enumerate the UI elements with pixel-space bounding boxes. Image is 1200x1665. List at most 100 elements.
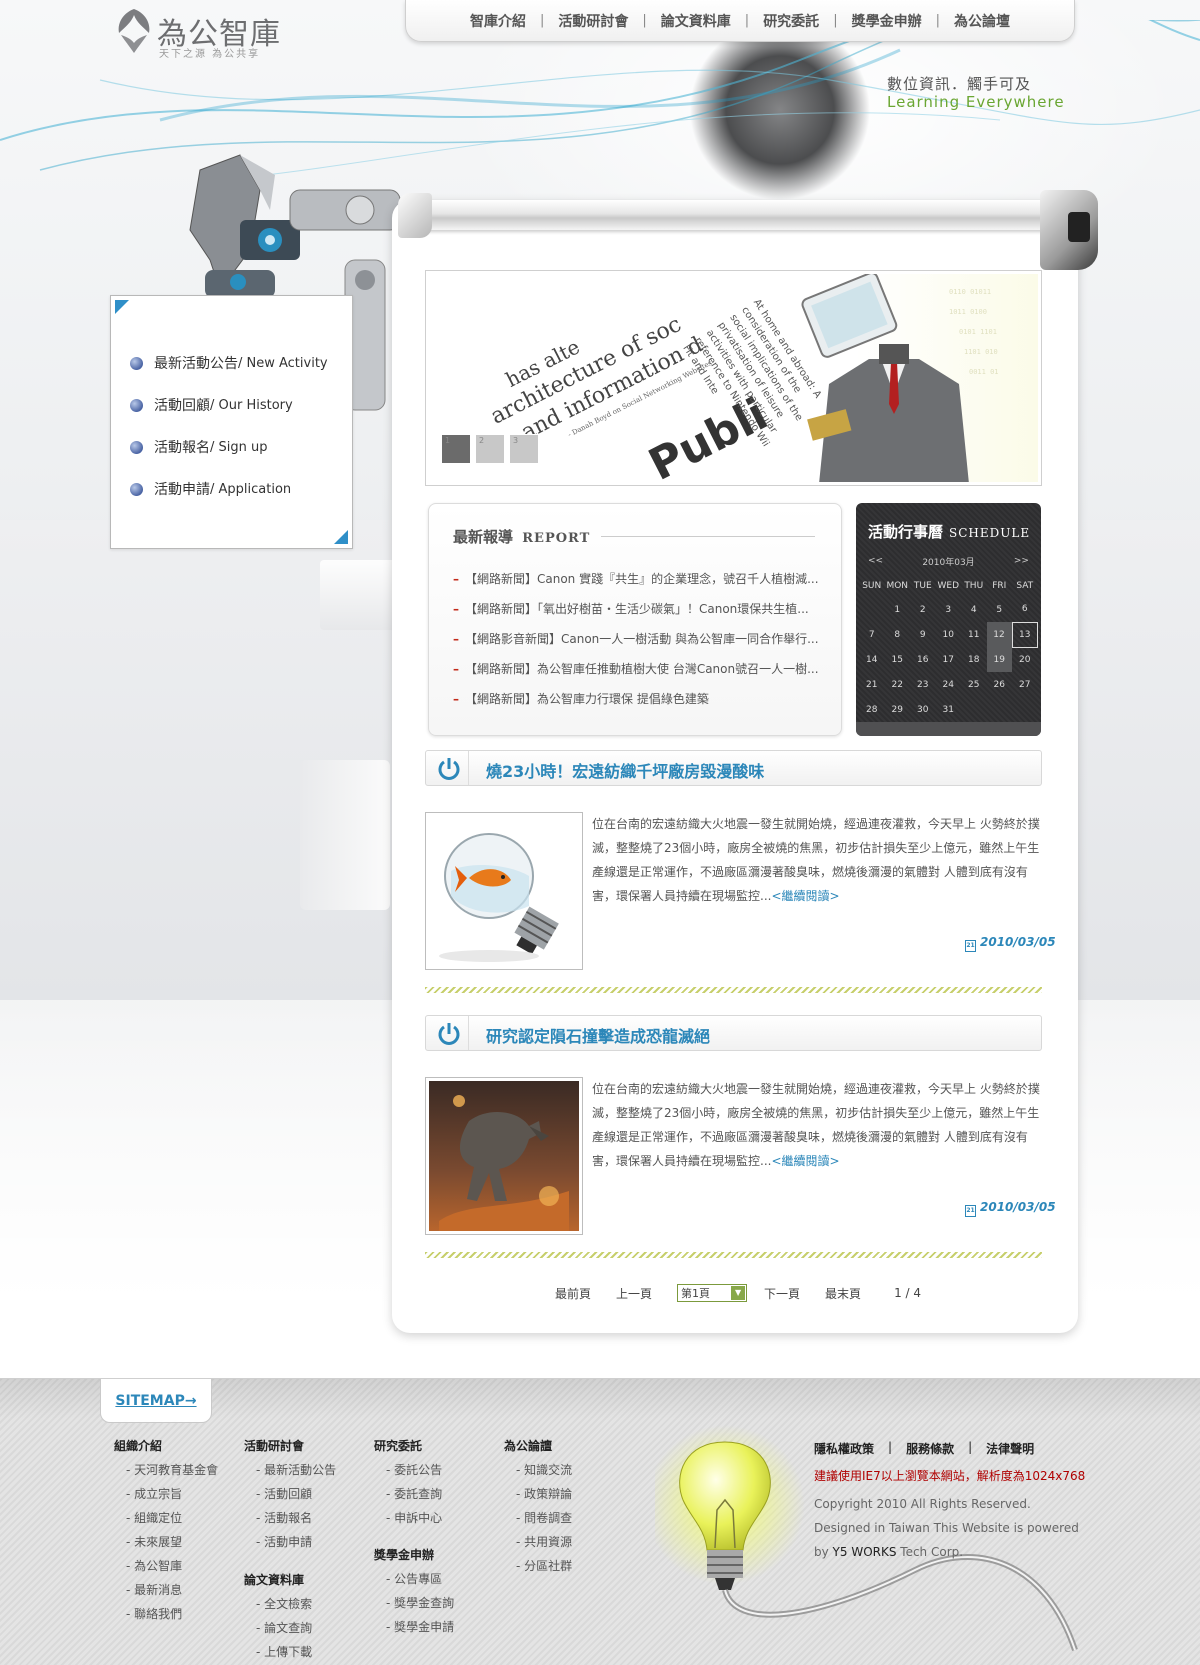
calendar-day[interactable]: 14 — [859, 647, 885, 672]
calendar-day[interactable]: 23 — [910, 672, 936, 697]
report-item[interactable]: – 【網路新聞】Canon 實踐『共生』的企業理念，號召千人植樹減... — [453, 570, 819, 600]
footer-link[interactable]: - 分區社群 — [504, 1557, 572, 1581]
calendar-day[interactable]: 19 — [986, 647, 1012, 672]
sitemap-tab[interactable]: SITEMAP→ — [100, 1379, 212, 1423]
nav-item-scholarship[interactable]: 獎學金申辦 — [838, 11, 936, 31]
report-item[interactable]: – 【網路新聞】「氧出好樹苗・生活少碳氣」！Canon環保共生植... — [453, 600, 819, 630]
footer-link[interactable]: - 獎學金申請 — [374, 1618, 454, 1642]
footer-link[interactable]: - 組織定位 — [114, 1509, 218, 1533]
nav-item-research[interactable]: 研究委託 — [749, 11, 833, 31]
footer-column-heading[interactable]: 活動研討會 — [244, 1437, 336, 1459]
footer-link[interactable]: - 公告專區 — [374, 1570, 454, 1594]
calendar-next-button[interactable]: >> — [1014, 556, 1029, 566]
side-menu-item-application[interactable]: 活動申請 / Application — [130, 468, 328, 510]
footer-column-heading[interactable]: 研究委託 — [374, 1437, 442, 1459]
report-item[interactable]: – 【網路影音新聞】Canon一人一樹活動 與為公智庫一同合作舉行... — [453, 630, 819, 660]
footer-link[interactable]: - 最新活動公告 — [244, 1461, 336, 1485]
calendar-day[interactable]: 28 — [859, 697, 885, 722]
footer-link[interactable]: - 為公智庫 — [114, 1557, 218, 1581]
banner-slide-2[interactable]: 2 — [475, 434, 505, 464]
calendar-day[interactable]: 20 — [1012, 647, 1038, 672]
page-select[interactable]: 第1頁 ▼ — [677, 1284, 748, 1302]
footer-link[interactable]: - 成立宗旨 — [114, 1485, 218, 1509]
footer-link[interactable]: - 問卷調查 — [504, 1509, 572, 1533]
banner-slide-3[interactable]: 3 — [509, 434, 539, 464]
calendar-day[interactable]: 12 — [986, 622, 1012, 647]
calendar-day[interactable]: 1 — [885, 597, 911, 622]
article-title[interactable]: 燒23小時！宏遠紡織千坪廠房毀漫酸味 — [486, 758, 764, 782]
legal-notice-link[interactable]: 法律聲明 — [986, 1440, 1034, 1457]
side-menu-item-new-activity[interactable]: 最新活動公告 / New Activity — [130, 342, 328, 384]
calendar-day[interactable]: 29 — [885, 697, 911, 722]
nav-item-about[interactable]: 智庫介紹 — [456, 11, 540, 31]
footer-link[interactable]: - 上傳下載 — [244, 1643, 312, 1665]
article-thumbnail[interactable] — [425, 812, 583, 970]
read-more-link[interactable]: <繼續閱讀> — [771, 889, 839, 903]
calendar-day[interactable]: 26 — [987, 672, 1013, 697]
calendar-day[interactable]: 31 — [936, 697, 962, 722]
developer-brand-link[interactable]: Y5 WORKS — [833, 1545, 897, 1559]
side-menu-item-history[interactable]: 活動回顧 / Our History — [130, 384, 328, 426]
footer-column-heading[interactable]: 獎學金申辦 — [374, 1546, 454, 1568]
calendar-day[interactable]: 18 — [961, 647, 987, 672]
footer-link[interactable]: - 天河教育基金會 — [114, 1461, 218, 1485]
calendar-day[interactable]: 22 — [885, 672, 911, 697]
next-page-link[interactable]: 下一頁 — [764, 1285, 800, 1302]
footer-link[interactable]: - 獎學金查詢 — [374, 1594, 454, 1618]
footer-link[interactable]: - 共用資源 — [504, 1533, 572, 1557]
footer-column-heading[interactable]: 為公論譠 — [504, 1437, 572, 1459]
hero-banner[interactable]: has alte architecture of soc and informa… — [425, 270, 1042, 486]
calendar-day[interactable]: 30 — [910, 697, 936, 722]
terms-of-service-link[interactable]: 服務條款 — [906, 1440, 954, 1457]
side-menu-item-signup[interactable]: 活動報名 / Sign up — [130, 426, 328, 468]
article-title[interactable]: 研究認定隕石撞擊造成恐龍滅絕 — [486, 1023, 710, 1047]
calendar-day[interactable]: 17 — [936, 647, 962, 672]
footer-link[interactable]: - 申訴中心 — [374, 1509, 442, 1533]
privacy-policy-link[interactable]: 隱私權政策 — [814, 1440, 874, 1457]
calendar-day[interactable]: 16 — [910, 647, 936, 672]
calendar-prev-button[interactable]: << — [868, 556, 883, 566]
calendar-day[interactable]: 7 — [859, 622, 885, 647]
footer-link[interactable]: - 委託公告 — [374, 1461, 442, 1485]
footer-column-heading[interactable]: 組織介紹 — [114, 1437, 218, 1459]
calendar-day[interactable]: 25 — [961, 672, 987, 697]
footer-link[interactable]: - 活動回顧 — [244, 1485, 336, 1509]
calendar-day[interactable]: 2 — [910, 597, 936, 622]
calendar-day[interactable]: 13 — [1011, 621, 1038, 648]
nav-item-papers[interactable]: 論文資料庫 — [647, 11, 745, 31]
calendar-day[interactable]: 10 — [936, 622, 962, 647]
footer-column-heading[interactable]: 論文資料庫 — [244, 1571, 312, 1593]
report-item[interactable]: – 【網路新聞】為公智庫任推動植樹大使 台灣Canon號召一人一樹... — [453, 660, 819, 690]
calendar-day[interactable]: 24 — [936, 672, 962, 697]
footer-link[interactable]: - 最新消息 — [114, 1581, 218, 1605]
calendar-day[interactable]: 6 — [1012, 597, 1038, 622]
article-thumbnail[interactable] — [425, 1077, 583, 1235]
first-page-link[interactable]: 最前頁 — [555, 1285, 591, 1302]
footer-link[interactable]: - 活動報名 — [244, 1509, 336, 1533]
calendar-day[interactable]: 15 — [885, 647, 911, 672]
footer-link[interactable]: - 未來展望 — [114, 1533, 218, 1557]
last-page-link[interactable]: 最末頁 — [825, 1285, 861, 1302]
footer-link[interactable]: - 論文查詢 — [244, 1619, 312, 1643]
report-item[interactable]: – 【網路新聞】為公智庫力行環保 提倡綠色建築 — [453, 690, 819, 720]
footer-link[interactable]: - 聯絡我們 — [114, 1605, 218, 1629]
footer-link[interactable]: - 政策辯論 — [504, 1485, 572, 1509]
calendar-day[interactable]: 5 — [987, 597, 1013, 622]
calendar-day[interactable]: 4 — [961, 597, 987, 622]
footer-link[interactable]: - 全文檢索 — [244, 1595, 312, 1619]
calendar-day[interactable]: 9 — [910, 622, 936, 647]
site-logo[interactable]: 為公智庫 天下之源 為公共享 — [115, 5, 295, 63]
calendar-day[interactable]: 8 — [885, 622, 911, 647]
calendar-day[interactable]: 27 — [1012, 672, 1038, 697]
calendar-day[interactable]: 3 — [936, 597, 962, 622]
nav-item-forum[interactable]: 為公論壇 — [940, 11, 1024, 31]
footer-link[interactable]: - 知識交流 — [504, 1461, 572, 1485]
calendar-day[interactable]: 21 — [859, 672, 885, 697]
footer-link[interactable]: - 委託查詢 — [374, 1485, 442, 1509]
read-more-link[interactable]: <繼續閱讀> — [771, 1154, 839, 1168]
banner-slide-1[interactable]: 1 — [441, 434, 471, 464]
nav-item-seminar[interactable]: 活動研討會 — [544, 11, 642, 31]
calendar-day[interactable]: 11 — [961, 622, 987, 647]
prev-page-link[interactable]: 上一頁 — [616, 1285, 652, 1302]
footer-link[interactable]: - 活動申請 — [244, 1533, 336, 1557]
